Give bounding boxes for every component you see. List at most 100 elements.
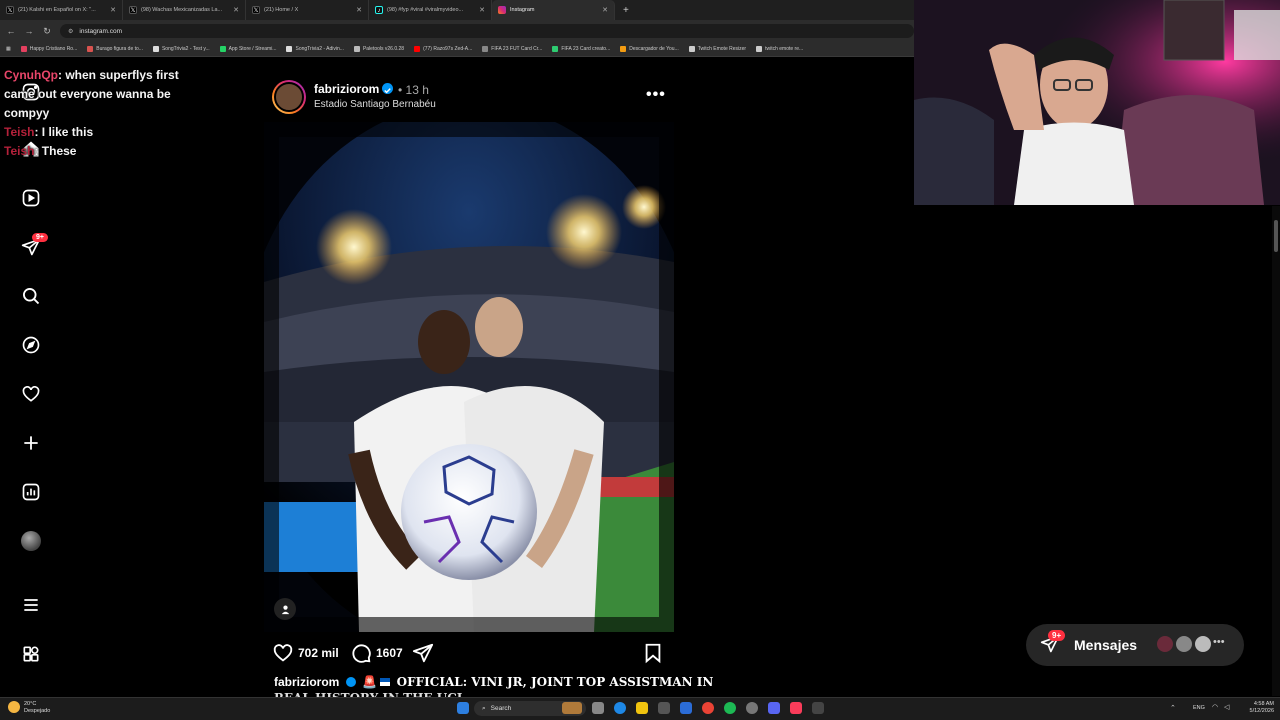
bookmark-label: Twitch Emote Resizer	[697, 46, 747, 52]
share-button[interactable]	[412, 642, 434, 664]
language-indicator[interactable]: ENG	[1193, 705, 1205, 711]
search-icon[interactable]	[19, 284, 43, 308]
post-actions: 702 mil 1607	[272, 642, 674, 664]
chat-username: Teish	[4, 125, 35, 139]
weather-widget[interactable]: 20°C Despejado	[24, 701, 50, 715]
bookmark-item[interactable]: Happy Cristiano Ro...	[20, 46, 77, 52]
like-button[interactable]: 702 mil	[272, 642, 339, 664]
windows-start-icon[interactable]	[457, 702, 469, 714]
file-explorer-icon[interactable]	[636, 702, 648, 714]
more-options-icon[interactable]: •••	[646, 86, 666, 104]
app-icon[interactable]	[746, 702, 758, 714]
volume-icon[interactable]: ◁	[1224, 703, 1229, 711]
apps-icon[interactable]: ▦	[6, 46, 11, 52]
conversation-avatar	[1193, 634, 1213, 654]
close-tab-icon[interactable]: ✕	[479, 6, 485, 14]
close-tab-icon[interactable]: ✕	[110, 6, 116, 14]
bookmark-item[interactable]: FIFA 23 Card creato...	[552, 46, 610, 52]
messages-badge: 9+	[1048, 630, 1066, 641]
bookmark-item[interactable]: Paletools v26.0.28	[353, 46, 404, 52]
back-icon[interactable]: ←	[6, 26, 16, 36]
bookmark-label: App Store / Streami...	[228, 46, 277, 52]
browser-tab[interactable]: 𝕏 (21) Kalshi en Español on X: "... ✕	[0, 0, 123, 20]
search-icon: ⌕	[482, 704, 486, 712]
store-icon[interactable]	[658, 702, 670, 714]
bookmark-item[interactable]: Twitch Emote Resizer	[688, 46, 747, 52]
site-info-icon[interactable]: ⚙	[68, 28, 73, 35]
bookmark-favicon-icon	[152, 46, 159, 52]
post-header: fabriziorom • 13 h Estadio Santiago Bern…	[272, 80, 674, 114]
browser-tab-active[interactable]: Instagram ✕	[492, 0, 615, 20]
post-photo[interactable]	[264, 122, 674, 632]
obs-icon[interactable]	[812, 702, 824, 714]
post-time: • 13 h	[398, 83, 429, 97]
wifi-icon[interactable]: ◠	[1212, 703, 1218, 711]
chat-username: Teish	[4, 144, 35, 158]
browser-tab[interactable]: 𝕏 (98) Wachas Mexicanizadas La... ✕	[123, 0, 246, 20]
clock-time: 4:58 AM	[1253, 701, 1274, 707]
mail-icon[interactable]	[680, 702, 692, 714]
bookmark-item[interactable]: (77) Razo97s Zed-A...	[414, 46, 472, 52]
bookmark-item[interactable]: App Store / Streami...	[219, 46, 277, 52]
browser-tab[interactable]: ♪ (98) #fyp #viral #viralmyvideo... ✕	[369, 0, 492, 20]
post-location[interactable]: Estadio Santiago Bernabéu	[314, 99, 436, 110]
bookmark-item[interactable]: SongTrivia2 - Adivin...	[286, 46, 344, 52]
clock-date: 5/12/2026	[1249, 708, 1274, 714]
reload-icon[interactable]: ↻	[42, 26, 52, 37]
more-apps-icon[interactable]	[19, 642, 43, 666]
bookmark-favicon-icon	[552, 46, 559, 52]
scrollbar-thumb[interactable]	[1274, 220, 1278, 252]
caption-text: OFFICIAL: VINI JR, JOINT TOP ASSISTMAN I…	[396, 675, 714, 689]
post-author-username[interactable]: fabriziorom	[314, 82, 379, 96]
discord-icon[interactable]	[768, 702, 780, 714]
browser-tab[interactable]: 𝕏 (21) Home / X ✕	[246, 0, 369, 20]
comment-button[interactable]: 1607	[350, 642, 403, 664]
address-bar-row: ← → ↻ ⚙ instagram.com	[0, 20, 914, 42]
x-icon: 𝕏	[129, 6, 137, 14]
forward-icon[interactable]: →	[24, 26, 34, 36]
music-icon[interactable]	[790, 702, 802, 714]
bookmark-label: (77) Razo97s Zed-A...	[423, 46, 473, 52]
close-tab-icon[interactable]: ✕	[356, 6, 362, 14]
reels-icon[interactable]	[19, 186, 43, 210]
bookmark-item[interactable]: twitch emote re...	[756, 46, 803, 52]
page-scrollbar[interactable]	[1272, 206, 1280, 696]
heart-icon[interactable]	[19, 382, 43, 406]
bookmark-label: FIFA 23 FUT Card Cr...	[491, 46, 543, 52]
menu-icon[interactable]	[19, 593, 43, 617]
save-button[interactable]	[642, 642, 664, 664]
bookmark-favicon-icon	[20, 46, 27, 52]
task-view-icon[interactable]	[592, 702, 604, 714]
create-post-icon[interactable]	[19, 431, 43, 455]
instagram-icon	[498, 6, 506, 14]
bookmark-favicon-icon	[756, 46, 763, 52]
explore-icon[interactable]	[19, 333, 43, 357]
weather-temp: 20°C	[24, 701, 37, 707]
bookmark-item[interactable]: SongTrivia2 - Test y...	[152, 46, 210, 52]
close-tab-icon[interactable]: ✕	[233, 6, 239, 14]
url-field[interactable]: ⚙ instagram.com	[60, 24, 914, 38]
bookmark-item[interactable]: FIFA 23 FUT Card Cr...	[482, 46, 542, 52]
tiktok-icon: ♪	[375, 6, 383, 14]
insights-icon[interactable]	[19, 480, 43, 504]
weather-icon	[8, 701, 20, 713]
streamer-webcam	[914, 0, 1280, 205]
profile-avatar[interactable]	[19, 529, 43, 553]
system-clock[interactable]: 4:58 AM 5/12/2026	[1240, 701, 1274, 715]
person-icon	[281, 605, 289, 614]
bookmark-item[interactable]: Burago figura de to...	[87, 46, 143, 52]
post-author-avatar[interactable]	[272, 80, 306, 114]
tagged-users-button[interactable]	[274, 598, 296, 620]
bookmark-label: SongTrivia2 - Adivin...	[295, 46, 344, 52]
edge-icon[interactable]	[614, 702, 626, 714]
tray-chevron-icon[interactable]: ⌃	[1170, 704, 1176, 712]
bookmark-item[interactable]: Descargador de You...	[620, 46, 679, 52]
verified-badge-icon	[345, 677, 356, 687]
caption-username[interactable]: fabriziorom	[274, 675, 339, 689]
chrome-icon[interactable]	[702, 702, 714, 714]
chat-username: CynuhQp	[4, 68, 58, 82]
siren-emoji-icon: 🚨	[362, 675, 377, 689]
close-tab-icon[interactable]: ✕	[602, 6, 608, 14]
new-tab-icon[interactable]: +	[615, 5, 637, 16]
spotify-icon[interactable]	[724, 702, 736, 714]
